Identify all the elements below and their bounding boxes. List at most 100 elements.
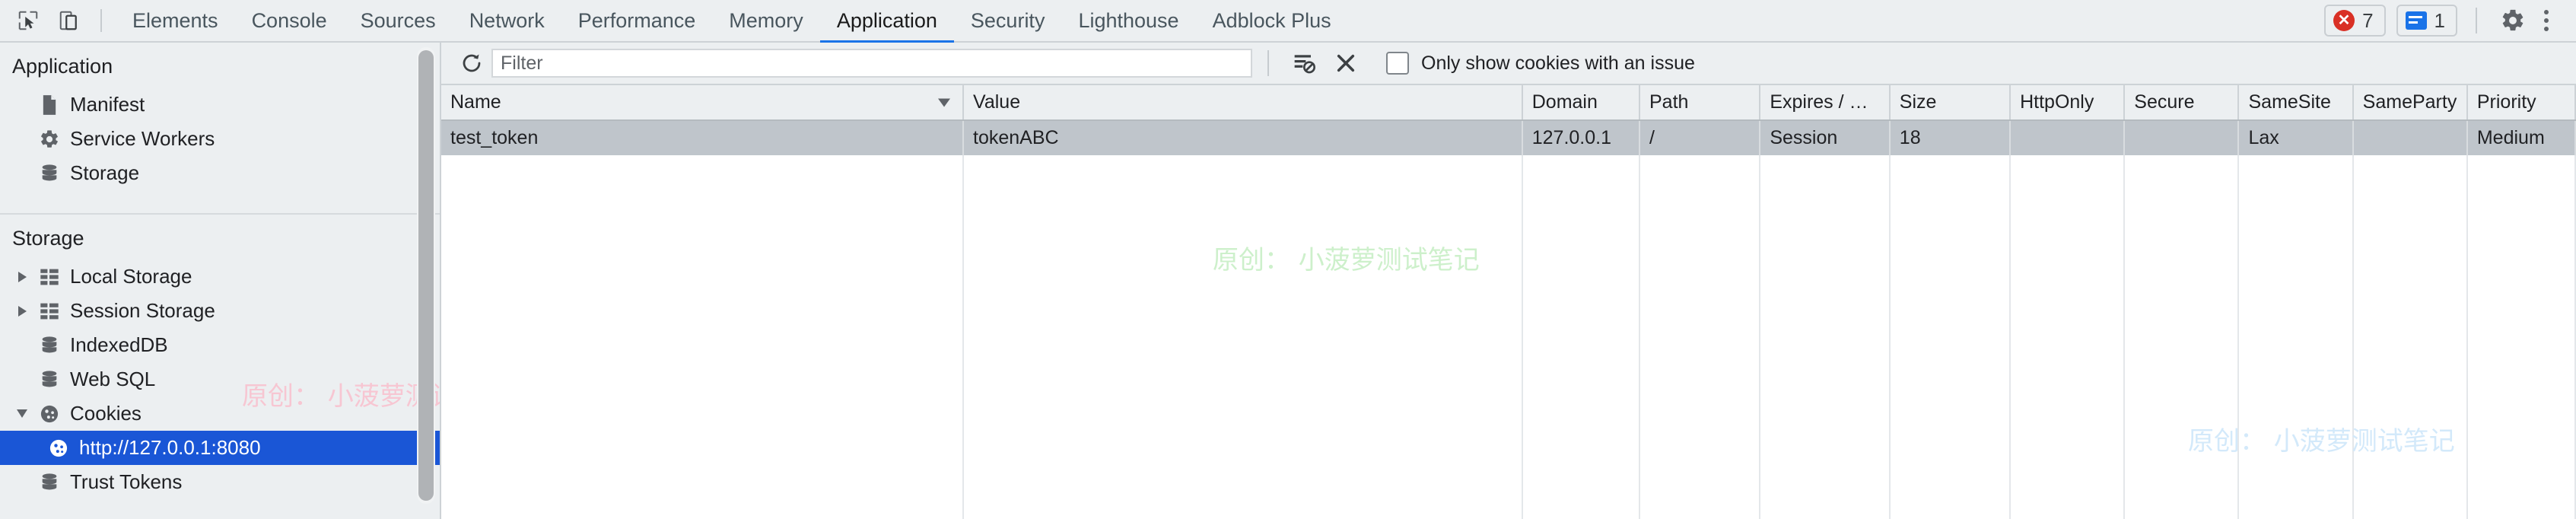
message-count-badge[interactable]: 1 bbox=[2396, 5, 2457, 37]
gear-icon[interactable] bbox=[2492, 0, 2533, 41]
sidebar-item-label: Trust Tokens bbox=[70, 470, 183, 493]
devtools-main-toolbar: Elements Console Sources Network Perform… bbox=[0, 0, 2576, 43]
filler-cell bbox=[441, 155, 965, 519]
cell-expires[interactable]: Session bbox=[1760, 120, 1891, 155]
devtools-window: Elements Console Sources Network Perform… bbox=[0, 0, 2576, 519]
tab-sources[interactable]: Sources bbox=[344, 0, 453, 42]
filler-cell bbox=[2466, 155, 2576, 519]
sidebar-item-label: Session Storage bbox=[70, 299, 215, 322]
sidebar-item-session-storage[interactable]: Session Storage bbox=[0, 294, 440, 328]
cookies-filter-toolbar: Filter Only show cookies with an issue bbox=[441, 43, 2576, 85]
database-icon bbox=[33, 335, 65, 356]
column-header-httponly[interactable]: HttpOnly bbox=[2010, 85, 2126, 121]
tab-application[interactable]: Application bbox=[819, 0, 955, 43]
table-grid-icon bbox=[33, 301, 65, 321]
cookie-icon bbox=[33, 403, 65, 425]
filler-cell bbox=[2238, 155, 2354, 519]
clear-filtered-cookies-icon[interactable] bbox=[1284, 52, 1325, 75]
column-header-label: Domain bbox=[1531, 91, 1598, 113]
sidebar-item-label: IndexedDB bbox=[70, 333, 168, 356]
error-count-badge[interactable]: ✕ 7 bbox=[2324, 5, 2386, 37]
sidebar-item-cookie-origin[interactable]: http://127.0.0.1:8080 bbox=[0, 431, 440, 465]
cell-value[interactable]: tokenABC bbox=[963, 120, 1523, 155]
tab-lighthouse[interactable]: Lighthouse bbox=[1061, 0, 1195, 42]
cell-path[interactable]: / bbox=[1639, 120, 1761, 155]
sidebar-item-trust-tokens[interactable]: Trust Tokens bbox=[0, 465, 440, 499]
filter-input[interactable]: Filter bbox=[491, 49, 1252, 78]
column-header-priority[interactable]: Priority bbox=[2466, 85, 2576, 121]
column-header-domain[interactable]: Domain bbox=[1522, 85, 1641, 121]
cell-domain[interactable]: 127.0.0.1 bbox=[1522, 120, 1641, 155]
clear-all-cookies-x-icon[interactable] bbox=[1325, 53, 1366, 74]
table-empty-filler-row bbox=[441, 155, 2576, 519]
toolbar-right-controls: ✕ 7 1 bbox=[2314, 0, 2576, 41]
column-header-value[interactable]: Value bbox=[963, 85, 1523, 121]
tab-label: Console bbox=[251, 8, 327, 32]
tab-label: Security bbox=[970, 8, 1045, 32]
toolbar-divider bbox=[100, 9, 102, 32]
column-header-path[interactable]: Path bbox=[1639, 85, 1761, 121]
refresh-icon[interactable] bbox=[452, 52, 491, 75]
cell-secure[interactable] bbox=[2124, 120, 2240, 155]
column-header-label: Name bbox=[450, 91, 501, 113]
cookies-table-container: Name Value Domain Path Expires / … Size … bbox=[441, 85, 2576, 519]
only-show-issues-checkbox[interactable] bbox=[1386, 52, 1409, 75]
chevron-down-icon[interactable] bbox=[12, 409, 32, 418]
cell-priority[interactable]: Medium bbox=[2466, 120, 2576, 155]
filler-cell bbox=[2352, 155, 2468, 519]
cell-httponly[interactable] bbox=[2010, 120, 2126, 155]
tab-console[interactable]: Console bbox=[235, 0, 344, 42]
sidebar-item-service-workers[interactable]: Service Workers bbox=[0, 122, 440, 156]
toolbar-divider-right bbox=[2476, 8, 2477, 33]
sidebar-item-local-storage[interactable]: Local Storage bbox=[0, 260, 440, 294]
cookies-panel: Filter Only show cookies with an issue N… bbox=[441, 43, 2576, 519]
tab-performance[interactable]: Performance bbox=[561, 0, 713, 42]
cell-sameparty[interactable] bbox=[2352, 120, 2468, 155]
sidebar-item-storage[interactable]: Storage bbox=[0, 156, 440, 190]
sidebar-section-title-application: Application bbox=[12, 55, 113, 78]
error-icon: ✕ bbox=[2333, 10, 2355, 31]
tab-security[interactable]: Security bbox=[954, 0, 1062, 42]
table-row[interactable]: test_token tokenABC 127.0.0.1 / Session … bbox=[441, 120, 2576, 155]
sort-descending-icon bbox=[938, 98, 951, 107]
device-toggle-icon[interactable] bbox=[49, 0, 90, 41]
sidebar-item-manifest[interactable]: Manifest bbox=[0, 88, 440, 122]
only-show-issues-label: Only show cookies with an issue bbox=[1421, 52, 1695, 74]
sidebar-item-label: Web SQL bbox=[70, 368, 156, 390]
sidebar-item-label: http://127.0.0.1:8080 bbox=[79, 436, 261, 459]
column-header-size[interactable]: Size bbox=[1889, 85, 2012, 121]
chevron-right-icon[interactable] bbox=[12, 306, 32, 317]
tab-elements[interactable]: Elements bbox=[116, 0, 235, 42]
devtools-tab-strip: Elements Console Sources Network Perform… bbox=[116, 0, 1348, 43]
sidebar-item-indexeddb[interactable]: IndexedDB bbox=[0, 328, 440, 362]
cell-name[interactable]: test_token bbox=[441, 120, 965, 155]
message-count-label: 1 bbox=[2434, 8, 2445, 32]
column-header-label: Size bbox=[1899, 91, 1937, 113]
column-header-label: HttpOnly bbox=[2020, 91, 2094, 113]
filler-cell bbox=[1889, 155, 2012, 519]
sidebar-item-web-sql[interactable]: Web SQL bbox=[0, 362, 440, 396]
cell-size[interactable]: 18 bbox=[1889, 120, 2012, 155]
sidebar-item-cookies[interactable]: Cookies bbox=[0, 396, 440, 431]
devtools-body: Application Manifest Service Workers Sto… bbox=[0, 43, 2576, 519]
column-header-sameparty[interactable]: SameParty bbox=[2352, 85, 2468, 121]
tab-label: Performance bbox=[577, 8, 696, 32]
column-header-name[interactable]: Name bbox=[441, 85, 965, 121]
column-header-secure[interactable]: Secure bbox=[2124, 85, 2240, 121]
three-dot-menu-icon[interactable] bbox=[2533, 10, 2559, 31]
message-icon bbox=[2405, 11, 2427, 30]
column-header-expires[interactable]: Expires / … bbox=[1760, 85, 1891, 121]
chevron-right-icon[interactable] bbox=[12, 272, 32, 282]
column-header-samesite[interactable]: SameSite bbox=[2238, 85, 2354, 121]
sidebar-scrollbar-thumb[interactable] bbox=[418, 50, 434, 501]
tab-memory[interactable]: Memory bbox=[712, 0, 820, 42]
tab-adblock-plus[interactable]: Adblock Plus bbox=[1196, 0, 1348, 42]
tab-network[interactable]: Network bbox=[453, 0, 561, 42]
sidebar-item-label: Storage bbox=[70, 161, 140, 184]
only-show-issues-control[interactable]: Only show cookies with an issue bbox=[1386, 52, 1695, 75]
cell-samesite[interactable]: Lax bbox=[2238, 120, 2354, 155]
inspect-cursor-icon[interactable] bbox=[8, 0, 49, 41]
sidebar-item-label: Service Workers bbox=[70, 127, 215, 150]
cookies-table: Name Value Domain Path Expires / … Size … bbox=[441, 85, 2576, 519]
sidebar-section-title-storage: Storage bbox=[12, 227, 84, 250]
